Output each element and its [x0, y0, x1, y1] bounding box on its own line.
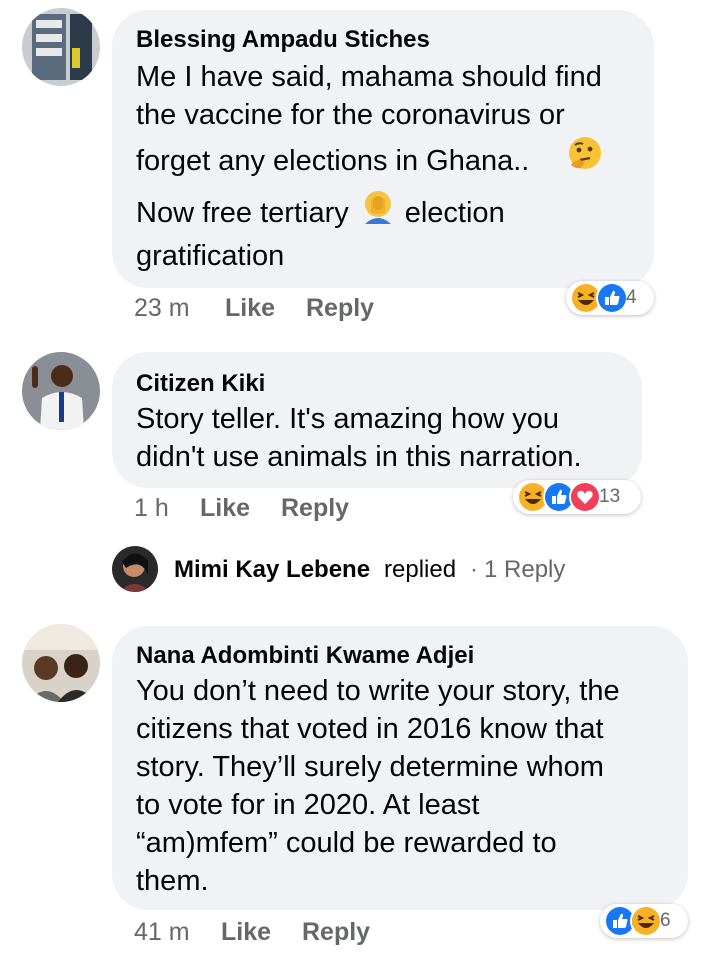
- comment-timestamp[interactable]: 41 m: [134, 918, 190, 947]
- avatar[interactable]: [22, 8, 100, 86]
- reply-action-text: replied: [384, 556, 457, 583]
- comment-text: You don’t need to write your story, the …: [136, 672, 620, 900]
- comment-timestamp[interactable]: 23 m: [134, 294, 190, 323]
- comment-author[interactable]: Nana Adombinti Kwame Adjei: [136, 642, 474, 670]
- reply-separator: ·: [470, 556, 478, 583]
- comment-line: Me I have said, mahama should find: [136, 61, 602, 93]
- comment-line: Story teller. It's amazing how you: [136, 403, 560, 435]
- comment-line: story. They’ll surely determine whom: [136, 751, 604, 783]
- reaction-count: 6: [660, 910, 671, 931]
- reaction-count: 4: [626, 287, 637, 308]
- like-icon: [596, 282, 628, 314]
- facepalm-icon: [359, 188, 397, 241]
- comment-timestamp[interactable]: 1 h: [134, 494, 169, 523]
- comment-bubble: Blessing Ampadu Stiches Me I have said, …: [112, 10, 654, 288]
- comment-line: forget any elections in Ghana..: [136, 134, 603, 188]
- comment-text: Story teller. It's amazing how you didn'…: [136, 400, 582, 476]
- reaction-summary[interactable]: 6: [600, 904, 688, 938]
- avatar[interactable]: [22, 352, 100, 430]
- comment-line: You don’t need to write your story, the: [136, 675, 620, 707]
- comment-line: didn't use animals in this narration.: [136, 441, 582, 473]
- comment-line-text: forget any elections in Ghana..: [136, 145, 530, 177]
- comment-line: Now free tertiary election: [136, 188, 603, 236]
- reaction-summary[interactable]: 4: [566, 281, 654, 315]
- avatar[interactable]: [112, 546, 158, 592]
- comment-line-text: election: [404, 197, 505, 230]
- like-button[interactable]: Like: [225, 294, 275, 323]
- thinking-face-icon: [567, 135, 603, 189]
- comment-line: the vaccine for the coronavirus or: [136, 99, 565, 131]
- avatar[interactable]: [22, 624, 100, 702]
- haha-icon: [630, 905, 662, 937]
- comment-line: gratification: [136, 240, 285, 272]
- like-button[interactable]: Like: [221, 918, 271, 947]
- reply-count[interactable]: 1 Reply: [484, 556, 565, 584]
- like-button[interactable]: Like: [200, 494, 250, 523]
- reply-button[interactable]: Reply: [302, 918, 370, 947]
- comment-line: to vote for in 2020. At least: [136, 789, 480, 821]
- love-icon: [569, 481, 601, 513]
- comment-line-text: Now free tertiary: [136, 197, 349, 230]
- reply-button[interactable]: Reply: [306, 294, 374, 323]
- comment-bubble: Citizen Kiki Story teller. It's amazing …: [112, 352, 642, 488]
- comment-line: “am)mfem” could be rewarded to: [136, 827, 557, 859]
- comment-text: Me I have said, mahama should find the v…: [136, 58, 603, 276]
- comment-line: them.: [136, 865, 209, 897]
- comment-author[interactable]: Blessing Ampadu Stiches: [136, 26, 430, 54]
- reaction-count: 13: [599, 486, 621, 507]
- comment-line: citizens that voted in 2016 know that: [136, 713, 604, 745]
- comment-bubble: Nana Adombinti Kwame Adjei You don’t nee…: [112, 626, 688, 910]
- reply-button[interactable]: Reply: [281, 494, 349, 523]
- comment-author[interactable]: Citizen Kiki: [136, 370, 265, 398]
- reply-author[interactable]: Mimi Kay Lebene: [174, 556, 370, 584]
- reaction-summary[interactable]: 13: [513, 480, 641, 514]
